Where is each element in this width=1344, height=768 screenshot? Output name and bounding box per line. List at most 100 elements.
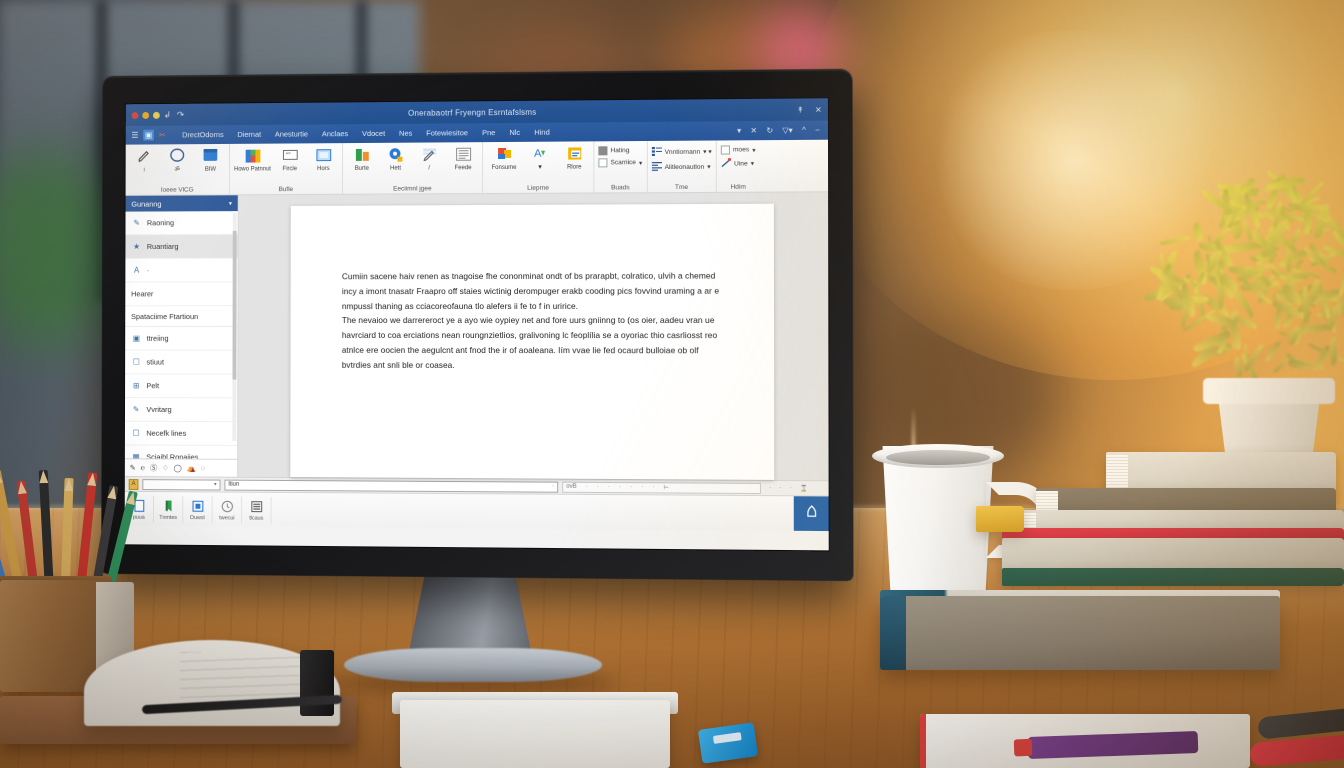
yellow-dot-icon[interactable] xyxy=(153,111,160,118)
chevron-down-icon[interactable]: ▾ xyxy=(707,163,710,171)
collapse-caret-icon[interactable]: ▾ xyxy=(737,126,741,135)
print-layout-icon xyxy=(190,499,205,514)
text-input-field[interactable]: ltiun · xyxy=(224,479,558,492)
ribbon-button-label: Feede xyxy=(455,165,472,172)
ribbon-row-vnntiornann[interactable]: Vnntiornann ▾ ▾ xyxy=(651,146,711,158)
ox-icon[interactable]: Ⓢ xyxy=(150,462,157,473)
status-bar: puua Tnmtes Duwsl twecui tlcaus xyxy=(125,492,829,531)
sidebar-item-ruantiarg[interactable]: ★ Ruantiarg xyxy=(125,235,237,259)
chevron-down-icon[interactable]: ▾ xyxy=(752,146,755,154)
ribbon-button-fonsume[interactable]: Fonsume xyxy=(487,144,521,172)
cut-icon[interactable]: ✂ xyxy=(157,130,168,141)
home-button[interactable] xyxy=(794,496,829,531)
tab-pne[interactable]: Pne xyxy=(475,123,502,142)
filter-caret-icon[interactable]: ▽▾ xyxy=(782,126,792,135)
sidebar-item-sciaibl-ronaiies[interactable]: ▦ Sciaibl Ronaiies xyxy=(125,445,237,458)
ribbon-button-label: Hett xyxy=(390,166,401,173)
ribbon-button-burte[interactable]: Burte xyxy=(347,145,377,173)
sidebar-item-hearer[interactable]: Hearer xyxy=(125,282,237,306)
status-button-clock[interactable]: twecui xyxy=(213,496,242,523)
book-top xyxy=(1106,452,1336,492)
status-button-list-view[interactable]: tlcaus xyxy=(242,496,272,523)
ribbon-button-hett[interactable]: Hett xyxy=(381,145,411,173)
ribbon-button-rlore[interactable]: Rlore xyxy=(559,143,589,171)
ribbon-button-hors[interactable]: Hors xyxy=(309,145,339,173)
circle-icon[interactable]: ◯ xyxy=(174,463,182,472)
note-icon[interactable]: ✎ xyxy=(130,463,136,472)
chevron-up-icon[interactable]: ^ xyxy=(802,126,806,135)
ribbon-button-biw[interactable]: BIW xyxy=(196,146,225,174)
chevron-down-icon[interactable]: ▾ xyxy=(229,200,232,207)
ribbon-button-fircle[interactable]: “” Fircle xyxy=(275,145,305,173)
history-icon[interactable]: ↻ xyxy=(766,126,773,135)
status-button-label: Duwsl xyxy=(190,515,205,521)
sidebar-item-stiuut[interactable]: ☐ stiuut xyxy=(125,351,237,375)
menu-icon[interactable]: ☰ xyxy=(130,130,141,141)
checkbox-icon[interactable]: ☐ xyxy=(131,428,142,439)
tab-fotewiesitoe[interactable]: Fotewiesitoe xyxy=(419,123,475,142)
ribbon-row-moes[interactable]: moes ▾ xyxy=(721,145,756,154)
style-badge-icon[interactable]: A xyxy=(129,479,139,490)
sidebar-item-vvritarg[interactable]: ✎ Vvritarg xyxy=(125,398,237,422)
ribbon-button-feede[interactable]: Feede xyxy=(448,144,478,172)
flag-icon[interactable]: ⛺ xyxy=(187,464,196,473)
ribbon-button-circle[interactable]: ॐ xyxy=(163,146,192,174)
status-button-print-layout[interactable]: Duwsl xyxy=(183,496,212,523)
ribbon-group-bufle: Howo Patnnut “” Fircle Hors Bufle xyxy=(230,143,343,194)
ribbon-button-howo-patnnut[interactable]: Howo Patnnut xyxy=(234,146,271,174)
tab-diernat[interactable]: Diernat xyxy=(231,125,268,144)
ribbon-button-text-color[interactable]: A ▼ xyxy=(525,144,555,172)
side-panel-header[interactable]: Gunanng ▾ xyxy=(126,195,238,211)
side-panel-section-label: Spataciime Ftartioun xyxy=(125,306,237,327)
ribbon-row-uine[interactable]: Uine ▾ xyxy=(721,157,756,169)
drop-icon[interactable]: ◌ xyxy=(201,464,205,473)
ruler-strip[interactable]: ovB · · · · · · · ⊢ xyxy=(562,481,761,493)
tab-nes[interactable]: Nes xyxy=(392,124,419,143)
tab-vdocet[interactable]: Vdocet xyxy=(355,124,392,143)
shield-icon[interactable]: ♢ xyxy=(162,463,169,472)
sidebar-item-label: Ruantiarg xyxy=(147,242,179,251)
sidebar-item-raoning[interactable]: ✎ Raoning xyxy=(125,211,237,235)
bookmark-icon xyxy=(161,499,176,514)
amber-dot-icon[interactable] xyxy=(142,111,149,118)
monitor-stand-base xyxy=(344,648,602,682)
sidebar-item-label: stiuut xyxy=(147,358,165,367)
undo-icon[interactable]: ↲ xyxy=(164,109,170,120)
tab-anclaes[interactable]: Anclaes xyxy=(315,124,355,143)
document-page[interactable]: Cumiin sacene haiv renen as tnagoise fhe… xyxy=(290,204,774,480)
chevron-down-icon[interactable]: ▾ ▾ xyxy=(703,148,711,156)
minimize-icon[interactable]: − xyxy=(815,126,820,135)
chevron-down-icon[interactable]: ▾ xyxy=(639,159,642,167)
eo-icon[interactable]: ℮ xyxy=(141,463,145,472)
ribbon-row-scarriice[interactable]: Scarriice ▾ xyxy=(598,158,642,167)
ribbon-row-alitleonautlon[interactable]: Alitleonautlon ▾ xyxy=(651,161,711,173)
ruler-indent-marker[interactable]: ⊢ xyxy=(664,484,669,491)
ribbon-group-label: Tme xyxy=(651,184,711,192)
sidebar-item-ttreiing[interactable]: ▣ ttreiing xyxy=(125,327,237,351)
style-combo-box[interactable]: ▾ xyxy=(142,479,220,490)
ribbon-button-pencil[interactable]: / xyxy=(414,144,444,172)
tab-nlc[interactable]: Nlc xyxy=(502,123,527,142)
tab-anesturtie[interactable]: Anesturtie xyxy=(268,124,315,143)
save-icon[interactable]: ▣ xyxy=(143,130,154,141)
status-button-bookmark[interactable]: Tnmtes xyxy=(154,496,183,523)
redo-icon[interactable]: ↷ xyxy=(177,109,183,120)
font-a-icon: A xyxy=(131,265,142,276)
chevron-down-icon[interactable]: ▾ xyxy=(214,482,216,488)
side-panel-scrollbar[interactable] xyxy=(232,213,236,441)
share-icon[interactable]: ↟ xyxy=(797,105,804,114)
tab-drectodorns[interactable]: DrectOdorns xyxy=(175,125,230,144)
red-dot-icon[interactable] xyxy=(132,112,139,119)
close-icon[interactable]: ✕ xyxy=(815,105,822,114)
tab-hind[interactable]: Hind xyxy=(527,123,557,142)
pencil-icon xyxy=(419,144,439,164)
sidebar-item-necefk-lines[interactable]: ☐ Necefk lines xyxy=(125,422,237,446)
sidebar-item-pelt[interactable]: ⊞ Pelt xyxy=(125,374,237,398)
sidebar-item-font[interactable]: A · xyxy=(125,259,237,283)
ruler-tick: · xyxy=(619,484,621,490)
close-x-icon[interactable]: ✕ xyxy=(750,126,757,135)
chevron-down-icon[interactable]: ▾ xyxy=(751,159,754,167)
ribbon-button-pen[interactable]: ↕ xyxy=(130,146,159,174)
ribbon-row-hating[interactable]: Hating xyxy=(598,146,642,155)
bars-icon xyxy=(352,145,372,165)
